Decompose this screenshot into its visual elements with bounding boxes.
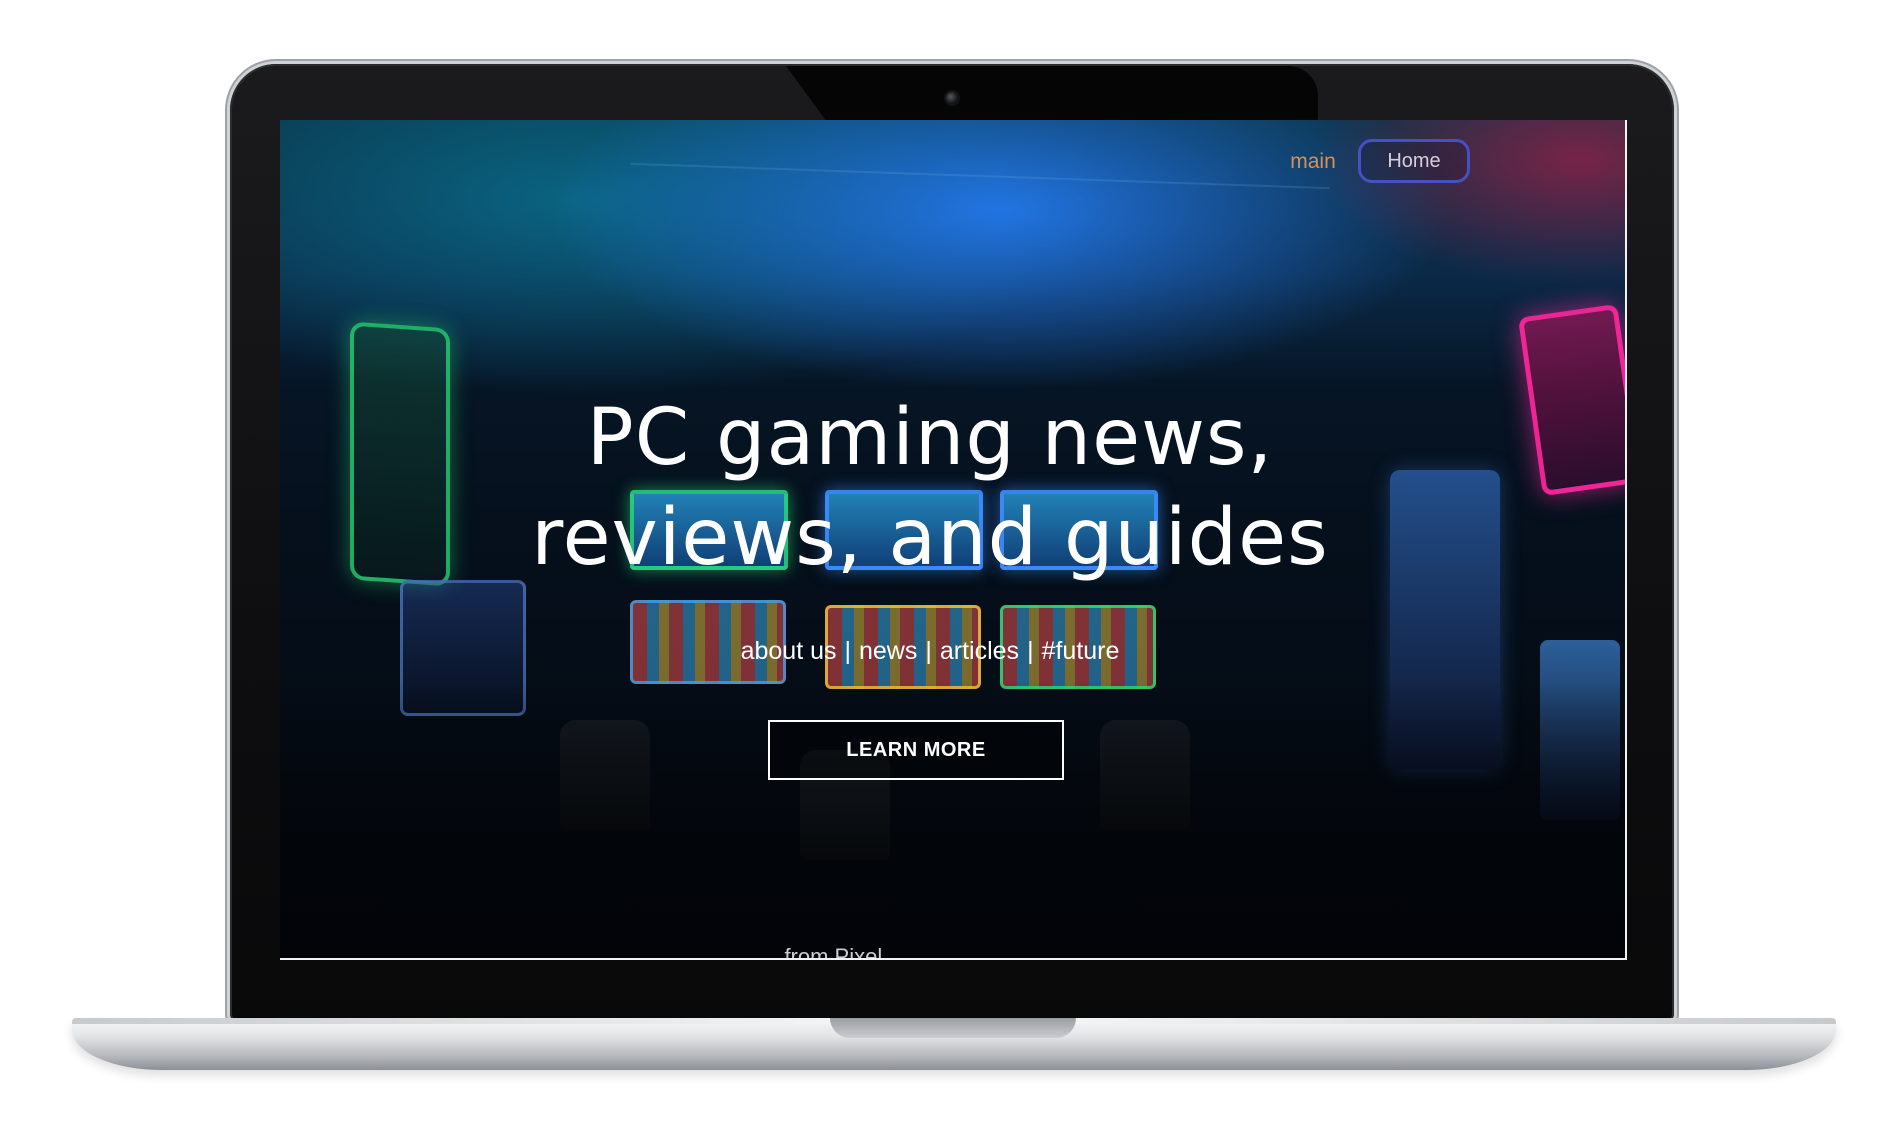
link-separator: | — [925, 637, 932, 665]
hero-title: PC gaming news, reviews, and guides — [430, 388, 1430, 588]
link-separator: | — [1027, 637, 1034, 665]
stool — [1100, 720, 1190, 830]
hero-links: about us | news | articles | #future — [580, 635, 1280, 667]
link-separator: | — [844, 637, 852, 665]
hero-title-line-1: PC gaming news, — [586, 393, 1274, 483]
nav-home-button[interactable]: Home — [1358, 139, 1470, 183]
clipped-section-text: ... from Pixel ... — [760, 944, 907, 960]
laptop-opening-notch — [830, 1018, 1076, 1038]
laptop-mockup: main Home PC gaming news, reviews, and g… — [0, 0, 1895, 1139]
neon-sign-right — [1517, 303, 1627, 497]
bezel-shadow — [786, 66, 1318, 124]
camera-icon — [946, 92, 958, 104]
link-articles[interactable]: articles — [940, 637, 1019, 665]
ceiling-line — [630, 162, 1330, 190]
nav-link-main[interactable]: main — [1280, 150, 1346, 174]
website-screen: main Home PC gaming news, reviews, and g… — [280, 120, 1627, 960]
stool — [560, 720, 650, 830]
laptop-base — [72, 1018, 1836, 1070]
hero-title-line-2: reviews, and guides — [531, 493, 1329, 583]
learn-more-button[interactable]: LEARN MORE — [768, 720, 1064, 780]
link-future[interactable]: #future — [1042, 637, 1120, 665]
link-about-us[interactable]: about us — [741, 637, 837, 665]
link-news[interactable]: news — [859, 637, 917, 665]
